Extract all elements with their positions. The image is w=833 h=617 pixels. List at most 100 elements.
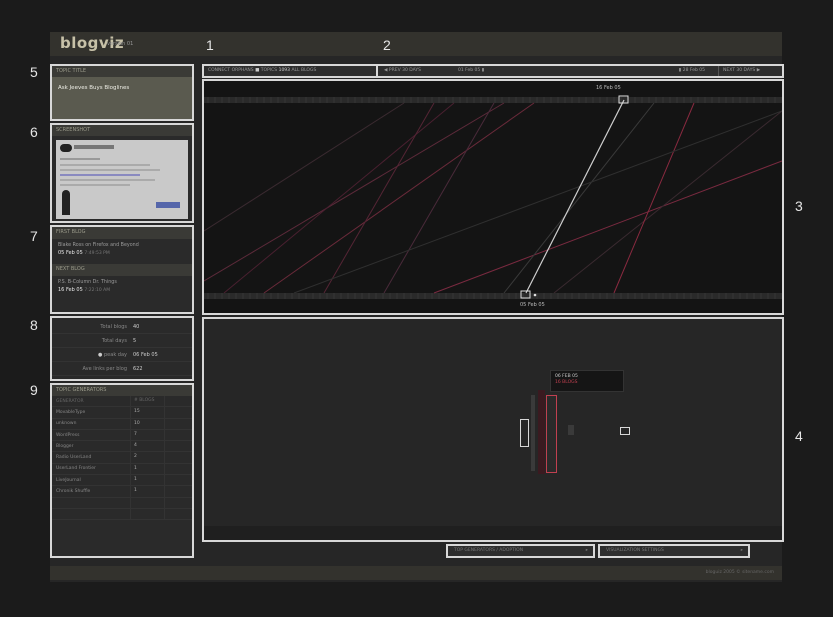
all-blogs-toggle[interactable]: ALL BLOGS [291,68,316,73]
connect-orphans-toggle[interactable]: CONNECT ORPHANS [208,68,254,73]
person-icon [62,190,70,215]
connect-orphans-check-icon[interactable]: ■ [255,68,259,73]
callout-6: 6 [30,124,38,140]
generator-col-header: GENERATOR [56,398,84,404]
col-spacer [164,463,192,475]
volume-bar-selected[interactable] [520,419,529,447]
generator-name: UserLand Frontier [56,466,96,472]
visualization-settings-label: VISUALIZATION SETTINGS [606,548,664,553]
generator-row[interactable]: MovableType 15 [52,407,192,419]
stat-label: Total blogs [100,323,127,330]
topic-generators-panel: TOPIC GENERATORS GENERATOR # BLOGS Movab… [50,383,194,558]
slider-handle-icon[interactable]: ▮ [482,68,484,73]
first-blog-time: 7:49:53 PM [84,251,110,256]
generator-count: 1 [130,463,164,475]
first-blog-date: 05 Feb 05 [58,250,83,256]
stat-row-total-blogs: Total blogs 40 [52,320,192,334]
next-blog-date: 16 Feb 05 [58,287,83,293]
volume-marker[interactable] [620,427,630,435]
generator-row[interactable]: UserLand Frontier 1 [52,463,192,476]
site-header-bar [74,145,114,149]
link-line [60,174,140,176]
screenshot-thumbnail[interactable] [56,140,188,219]
stat-row-total-days: Total days 5 [52,334,192,348]
topic-title-panel: TOPIC TITLE Ask Jeeves Buys Bloglines [50,64,194,121]
text-line [60,179,155,181]
timeline-ticks [207,97,776,299]
app-version: version 01 [107,41,134,47]
text-line [60,169,160,171]
topic-title-header: TOPIC TITLE [52,66,192,77]
timeline-link-graph[interactable]: 16 Feb 05 05 Feb 05 [202,79,784,315]
node-dot [533,293,537,297]
start-date-slider[interactable]: 01 Feb 05 ▮ [454,66,514,76]
empty-cell [130,497,164,508]
volume-bar[interactable] [538,390,545,474]
stat-value: 06 Feb 05 [133,351,158,358]
generator-name: unknown [56,421,77,427]
next-30-days-button[interactable]: NEXT 30 DAYS ▶ [718,66,782,76]
generator-count: 4 [130,441,164,452]
visualization-settings-button[interactable]: VISUALIZATION SETTINGS ▸ [598,544,750,558]
topics-toggle[interactable]: TOPICS [261,68,277,73]
next-arrow-icon: ▶ [755,68,761,73]
empty-cell [130,508,164,520]
link-line [263,102,535,294]
top-bar [50,32,782,56]
stats-panel: Total blogs 40 Total days 5 ● peak day 06 F… [50,316,194,381]
generator-count: 1 [130,475,164,486]
end-date-slider[interactable]: ▮ 28 Feb 05 [649,66,709,76]
stat-value: 622 [133,365,143,372]
bottom-node-date: 05 Feb 05 [520,302,545,308]
volume-bar[interactable] [531,395,535,471]
blogs-col-header: # BLOGS [130,396,164,407]
stat-label: ● peak day [52,352,133,358]
generator-count: 15 [130,407,164,418]
link-line [613,102,695,294]
generator-name: Radio UserLand [56,455,92,461]
next-label: NEXT 30 DAYS [723,68,756,73]
start-date-label: 01 Feb 05 [458,68,481,73]
generator-name: Chronik Shuffle [56,489,91,495]
generator-row[interactable]: Blogger 4 [52,441,192,453]
col-spacer [164,429,192,441]
generator-row[interactable]: Chronik Shuffle 1 [52,486,192,498]
generator-row[interactable]: LiveJournal 1 [52,475,192,487]
generator-row[interactable]: unknown 10 [52,418,192,430]
first-blog-title[interactable]: Blake Ross on Firefox and Beyond [52,239,192,248]
callout-2: 2 [383,37,391,53]
footer-bar: bloguiz 2005 © sitename.com [50,566,782,580]
bottom-timeline-track [204,293,782,299]
blog-info-panel: First Blog Blake Ross on Firefox and Bey… [50,225,194,314]
top-generators-label: TOP GENERATORS / ADOPTION [454,548,524,553]
generator-count: 2 [130,452,164,463]
prev-30-days-button[interactable]: ◀ PREV 30 DAYS [380,66,440,76]
callout-5: 5 [30,64,38,80]
top-generators-button[interactable]: TOP GENERATORS / ADOPTION ▸ [446,544,595,558]
generator-row[interactable]: WordPress 7 [52,429,192,442]
highlighted-link-line [525,99,625,294]
slider-handle-icon[interactable]: ▮ [679,68,681,73]
peak-tooltip: 06 FEB 05 16 BLOGS [550,370,624,392]
footer-credit: bloguiz 2005 © sitename.com [705,570,774,575]
callout-9: 9 [30,382,38,398]
col-spacer [164,497,192,508]
site-logo-icon [60,144,72,152]
generator-row[interactable]: Radio UserLand 2 [52,452,192,464]
callout-1: 1 [206,37,214,53]
generators-header-row: GENERATOR # BLOGS [52,396,192,408]
volume-bar-peak[interactable] [546,395,557,473]
col-spacer [164,452,192,463]
link-line [323,102,435,294]
daily-volume-panel[interactable]: 06 FEB 05 16 BLOGS [202,317,784,542]
stat-value: 40 [133,323,140,330]
stat-label: Total days [101,337,127,344]
generator-name: Blogger [56,443,74,449]
next-blog-header: Next Blog [52,264,192,276]
next-blog-title[interactable]: P.S. B-Column Dr. Things [52,276,192,285]
tooltip-date: 06 FEB 05 [555,374,578,379]
stat-label-text: peak day [104,351,127,358]
topics-count: 1093 [278,68,291,73]
screenshot-header: SCREENSHOT [52,125,192,136]
volume-bar[interactable] [568,425,574,435]
